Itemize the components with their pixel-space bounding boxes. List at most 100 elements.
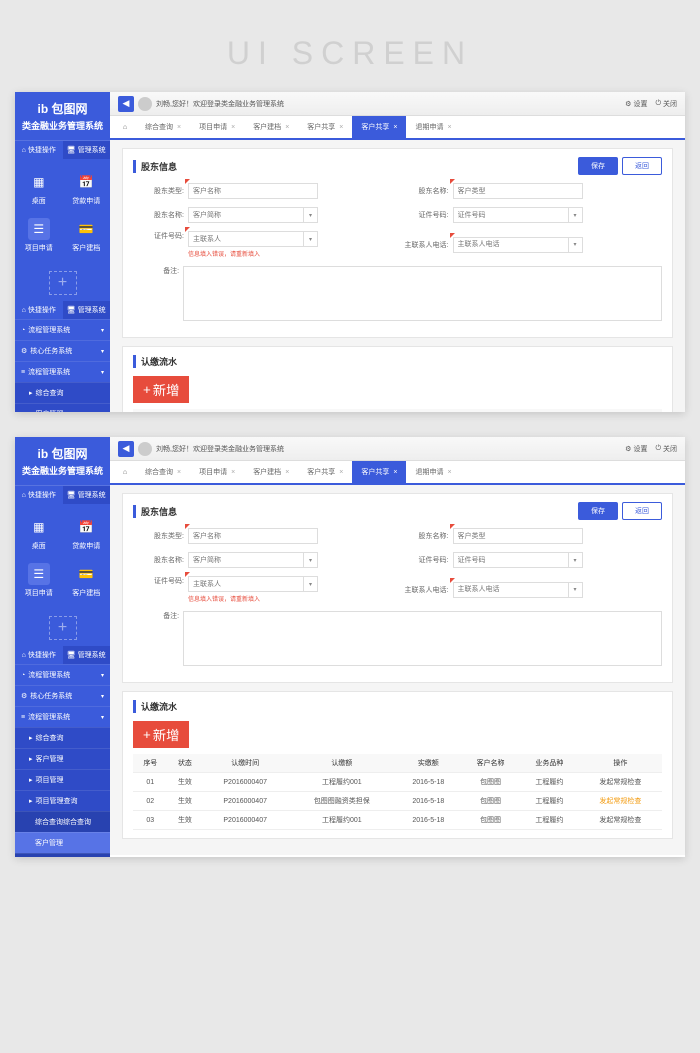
close-icon[interactable]: × [447,124,451,131]
icon-loan[interactable]: 📅贷款申请 [63,165,111,212]
tab-2[interactable]: 项目申请× [190,461,244,483]
menu-process-mgmt[interactable]: ≡流程管理系统▾ [15,706,110,727]
menu-core[interactable]: ⚙核心任务系统▾ [15,340,110,361]
input-phone[interactable] [453,582,569,598]
add-button[interactable]: +新增 [133,721,189,748]
icon-desktop[interactable]: ▦桌面 [15,510,63,557]
close-link[interactable]: ⏻关闭 [655,444,677,454]
save-button[interactable]: 保存 [578,502,618,520]
chevron-down-icon[interactable]: ▾ [304,552,318,568]
tab-1[interactable]: 综合查询× [136,461,190,483]
menu-process[interactable]: ◔流程管理系统▾ [15,664,110,685]
tab-5[interactable]: 客户共享× [352,461,406,483]
close-icon[interactable]: × [177,124,181,131]
chevron-down-icon[interactable]: ▾ [304,231,318,247]
add-button[interactable]: +新增 [133,376,189,403]
action-link[interactable]: 发起常规检查 [579,792,662,811]
chevron-down-icon[interactable]: ▾ [569,237,583,253]
tab-3[interactable]: 客户建档× [244,461,298,483]
tab-4[interactable]: 客户共享× [298,116,352,138]
chevron-down-icon[interactable]: ▾ [304,207,318,223]
menu-query[interactable]: ▸综合查询 [15,382,110,403]
close-icon[interactable]: × [285,469,289,476]
menu-core[interactable]: ⚙核心任务系统▾ [15,685,110,706]
side-tab-mgmt[interactable]: 🖥管理系统 [63,141,111,159]
input-type[interactable] [188,528,318,544]
textarea-remark[interactable] [183,266,662,321]
menu-process-mgmt[interactable]: ≡流程管理系统▾ [15,361,110,382]
input-short[interactable] [188,207,304,223]
action-link[interactable]: 发起常规检查 [579,773,662,792]
input-contact[interactable] [188,231,304,247]
icon-desktop[interactable]: ▦桌面 [15,165,63,212]
menu-proj[interactable]: ▸项目管理 [15,769,110,790]
add-shortcut[interactable]: + [49,271,77,295]
icon-customer[interactable]: 💳客户建档 [63,212,111,259]
home-button[interactable]: ◀ [118,441,134,457]
side-tab-mgmt-2[interactable]: 🖥管理系统 [63,646,111,664]
tab-2[interactable]: 项目申请× [190,116,244,138]
tab-home[interactable]: ⌂ [114,116,136,138]
input-cert[interactable] [453,552,569,568]
close-icon[interactable]: × [447,469,451,476]
close-icon[interactable]: × [231,124,235,131]
close-icon[interactable]: × [339,124,343,131]
settings-link[interactable]: ⚙设置 [625,444,647,454]
tab-1[interactable]: 综合查询× [136,116,190,138]
avatar[interactable] [138,97,152,111]
icon-customer[interactable]: 💳客户建档 [63,557,111,604]
close-icon[interactable]: × [393,469,397,476]
action-link[interactable]: 发起常规检查 [579,811,662,830]
back-button[interactable]: 返回 [622,502,662,520]
chevron-down-icon[interactable]: ▾ [304,576,318,592]
menu-cust[interactable]: ▸客户管理 [15,748,110,769]
chevron-down-icon[interactable]: ▾ [569,582,583,598]
back-button[interactable]: 返回 [622,157,662,175]
side-tab-quick-2[interactable]: ⌂快捷操作 [15,646,63,664]
tab-5[interactable]: 客户共享× [352,116,406,138]
tab-4[interactable]: 客户共享× [298,461,352,483]
save-button[interactable]: 保存 [578,157,618,175]
side-tab-quick[interactable]: ⌂快捷操作 [15,486,63,504]
input-short[interactable] [188,552,304,568]
menu-projapply[interactable]: 项目申请查询 [15,853,110,857]
icon-project[interactable]: ☰项目申请 [15,212,63,259]
tab-3[interactable]: 客户建档× [244,116,298,138]
side-tab-mgmt-2[interactable]: 🖥管理系统 [63,301,111,319]
input-contact[interactable] [188,576,304,592]
textarea-remark[interactable] [183,611,662,666]
add-shortcut[interactable]: + [49,616,77,640]
icon-loan[interactable]: 📅贷款申请 [63,510,111,557]
side-tab-quick-2[interactable]: ⌂快捷操作 [15,301,63,319]
home-button[interactable]: ◀ [118,96,134,112]
chevron-down-icon[interactable]: ▾ [569,552,583,568]
tab-home[interactable]: ⌂ [114,461,136,483]
avatar[interactable] [138,442,152,456]
side-tab-mgmt[interactable]: 🖥管理系统 [63,486,111,504]
input-phone[interactable] [453,237,569,253]
tab-6[interactable]: 退期申请× [406,461,460,483]
input-type[interactable] [188,183,318,199]
menu-cust-active[interactable]: 客户管理 [15,832,110,853]
input-name[interactable] [453,528,583,544]
close-icon[interactable]: × [393,124,397,131]
menu-combined[interactable]: 综合查询综合查询 [15,811,110,832]
chevron-down-icon[interactable]: ▾ [569,207,583,223]
menu-cust[interactable]: ▸客户管理 [15,403,110,412]
close-icon[interactable]: × [285,124,289,131]
table-row[interactable]: 02生效P2016000407包图图融资类担保2016-5-18包图图工程履约发… [133,792,662,811]
menu-process[interactable]: ◔流程管理系统▾ [15,319,110,340]
close-icon[interactable]: × [339,469,343,476]
input-cert[interactable] [453,207,569,223]
side-tab-quick[interactable]: ⌂快捷操作 [15,141,63,159]
close-link[interactable]: ⏻关闭 [655,99,677,109]
close-icon[interactable]: × [231,469,235,476]
menu-projq[interactable]: ▸项目管理查询 [15,790,110,811]
input-name[interactable] [453,183,583,199]
menu-query[interactable]: ▸综合查询 [15,727,110,748]
table-row[interactable]: 01生效P2016000407工程履约0012016-5-18包图图工程履约发起… [133,773,662,792]
settings-link[interactable]: ⚙设置 [625,99,647,109]
icon-project[interactable]: ☰项目申请 [15,557,63,604]
tab-6[interactable]: 退期申请× [406,116,460,138]
table-row[interactable]: 03生效P2016000407工程履约0012016-5-18包图图工程履约发起… [133,811,662,830]
